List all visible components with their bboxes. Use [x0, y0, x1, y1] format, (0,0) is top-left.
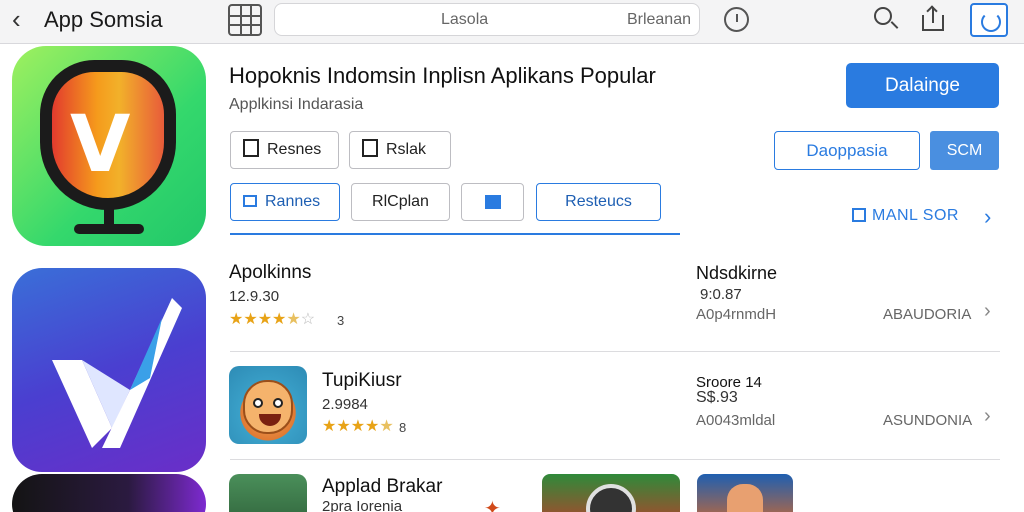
- row1-rating-count: 3: [337, 313, 345, 328]
- see-more-label: MANL SOR: [872, 207, 959, 224]
- mouth: [259, 414, 281, 426]
- v-letter-logo: V: [70, 100, 131, 190]
- app-icon-w[interactable]: [12, 268, 206, 472]
- rslak-label: Rslak: [386, 141, 427, 158]
- game-thumbnail-character[interactable]: [697, 474, 793, 512]
- game-thumbnail-ball[interactable]: [542, 474, 680, 512]
- row1-mid-sub: A0p4rnmdH: [696, 306, 777, 323]
- row1-chevron-icon[interactable]: ›: [984, 300, 991, 323]
- bookmark-icon: [243, 139, 259, 157]
- search-icon[interactable]: [874, 7, 892, 25]
- row-divider: [230, 351, 1000, 352]
- tab-rannes[interactable]: Rannes: [230, 183, 340, 221]
- rslak-button[interactable]: Rslak: [349, 131, 451, 169]
- resnes-button[interactable]: Resnes: [230, 131, 339, 169]
- row1-mid-title: Ndsdkirne: [696, 263, 778, 283]
- tabs-underline: [230, 233, 680, 235]
- row2-region-label: ASUNDONIA: [883, 412, 973, 429]
- row2-mid-value: S$.93: [696, 389, 738, 406]
- row1-rating: ★★★★★☆: [229, 311, 316, 328]
- chat-icon: [243, 195, 257, 207]
- tab-rlcplan[interactable]: RlCplan: [351, 183, 450, 221]
- daoppasia-button[interactable]: Daoppasia: [774, 131, 920, 170]
- featured-subtitle: Applkinsi Indarasia: [229, 96, 364, 113]
- top-bar: ‹ App Somsia Lasola Brleanan: [0, 0, 1024, 44]
- chevron-right-icon[interactable]: ›: [984, 204, 991, 230]
- tab-rannes-label: Rannes: [265, 193, 321, 210]
- tab-resteucs-label: Resteucs: [565, 193, 632, 210]
- row2-mid-sub: A0043mldal: [696, 412, 776, 429]
- row1-title[interactable]: Apolkinns: [229, 262, 311, 284]
- row2-title[interactable]: TupiKiusr: [322, 370, 402, 392]
- logo-stand-base: [74, 224, 144, 234]
- history-icon[interactable]: [724, 7, 749, 32]
- row3-app-icon[interactable]: [229, 474, 307, 512]
- grid-view-icon[interactable]: [228, 4, 262, 36]
- search-placeholder: Lasola: [441, 11, 489, 28]
- cartoon-face-icon: [243, 380, 293, 434]
- eye-left: [253, 398, 263, 408]
- row1-mid-value: 9:0.87: [700, 286, 742, 303]
- row1-version: 12.9.30: [229, 288, 280, 305]
- row3-title[interactable]: Applad Brakar: [322, 476, 442, 498]
- app-title: App Somsia: [44, 7, 163, 32]
- ball-icon: [586, 484, 636, 512]
- see-more-link[interactable]: MANL SOR: [852, 207, 959, 225]
- eye-right: [273, 398, 283, 408]
- document-icon: [362, 139, 378, 157]
- featured-app-icon[interactable]: V: [12, 46, 206, 246]
- external-link-icon: [852, 208, 866, 222]
- logo-stand: [104, 206, 114, 226]
- search-scope-label[interactable]: Brleanan: [627, 11, 691, 29]
- app-icon-third[interactable]: [12, 474, 206, 512]
- row2-version: 2.9984: [322, 396, 368, 413]
- w-logo-icon: [52, 298, 182, 448]
- back-chevron-icon[interactable]: ‹: [12, 6, 21, 32]
- tab-media[interactable]: [461, 183, 524, 221]
- row2-rating-count: 8: [399, 420, 407, 435]
- featured-title: Hopoknis Indomsin Inplisn Aplikans Popul…: [229, 63, 656, 88]
- resnes-label: Resnes: [267, 141, 322, 158]
- tab-rlcplan-label: RlCplan: [372, 193, 429, 210]
- share-icon[interactable]: [922, 7, 944, 31]
- scm-button[interactable]: SCM: [930, 131, 999, 170]
- refresh-icon[interactable]: [970, 3, 1008, 37]
- row2-chevron-icon[interactable]: ›: [984, 405, 991, 428]
- star-decoration-icon: ✦: [484, 498, 501, 512]
- get-button[interactable]: Dalainge: [846, 63, 999, 108]
- media-icon: [484, 195, 501, 209]
- row2-app-icon[interactable]: [229, 366, 307, 444]
- character-face-icon: [727, 484, 763, 512]
- row1-region-label: ABAUDORIA: [883, 306, 972, 323]
- row-divider: [230, 459, 1000, 460]
- row3-version: 2pra Iorenia: [322, 498, 403, 512]
- row2-rating: ★★★★★: [322, 418, 394, 435]
- search-field[interactable]: Lasola Brleanan: [274, 3, 700, 36]
- tab-resteucs[interactable]: Resteucs: [536, 183, 661, 221]
